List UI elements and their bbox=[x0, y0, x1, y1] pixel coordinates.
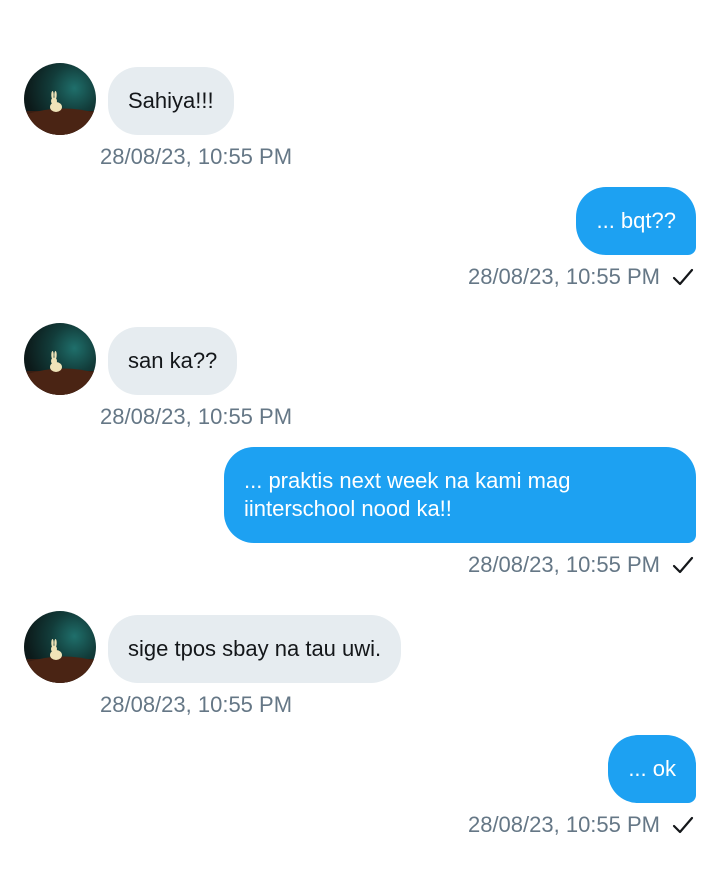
message-text: ... bqt?? bbox=[596, 208, 676, 233]
message-timestamp-row: 28/08/23, 10:55 PM bbox=[468, 552, 694, 578]
message-timestamp: 28/08/23, 10:55 PM bbox=[467, 264, 660, 289]
message-timestamp: 28/08/23, 10:55 PM bbox=[100, 144, 293, 169]
checkmark-icon bbox=[672, 268, 694, 286]
rabbit-avatar-image bbox=[24, 91, 96, 135]
incoming-message-bubble[interactable]: sige tpos sbay na tau uwi. bbox=[108, 615, 402, 683]
contact-avatar[interactable] bbox=[24, 323, 96, 395]
incoming-message-bubble[interactable]: Sahiya!!! bbox=[108, 67, 234, 135]
message-timestamp-row: 28/08/23, 10:55 PM bbox=[468, 264, 694, 290]
contact-avatar[interactable] bbox=[24, 611, 96, 683]
checkmark-icon bbox=[672, 556, 694, 574]
outgoing-message-bubble[interactable]: ... ok bbox=[608, 735, 696, 803]
message-text: ... ok bbox=[628, 756, 676, 781]
message-timestamp: 28/08/23, 10:55 PM bbox=[467, 812, 660, 837]
message-timestamp: 28/08/23, 10:55 PM bbox=[100, 692, 293, 717]
checkmark-icon bbox=[672, 816, 694, 834]
message-text: Sahiya!!! bbox=[128, 88, 214, 113]
contact-avatar[interactable] bbox=[24, 63, 96, 135]
rabbit-avatar-image bbox=[24, 639, 96, 683]
message-text: sige tpos sbay na tau uwi. bbox=[128, 636, 382, 661]
outgoing-message-bubble[interactable]: ... bqt?? bbox=[576, 187, 696, 255]
outgoing-message-bubble[interactable]: ... praktis next week na kami mag iinter… bbox=[224, 447, 696, 543]
incoming-message-bubble[interactable]: san ka?? bbox=[108, 327, 238, 395]
message-timestamp: 28/08/23, 10:55 PM bbox=[100, 404, 293, 429]
rabbit-avatar-image bbox=[24, 351, 96, 395]
message-text: ... praktis next week na kami mag iinter… bbox=[244, 468, 571, 521]
message-timestamp-row: 28/08/23, 10:55 PM bbox=[468, 812, 694, 838]
message-timestamp: 28/08/23, 10:55 PM bbox=[467, 552, 660, 577]
message-text: san ka?? bbox=[128, 348, 218, 373]
